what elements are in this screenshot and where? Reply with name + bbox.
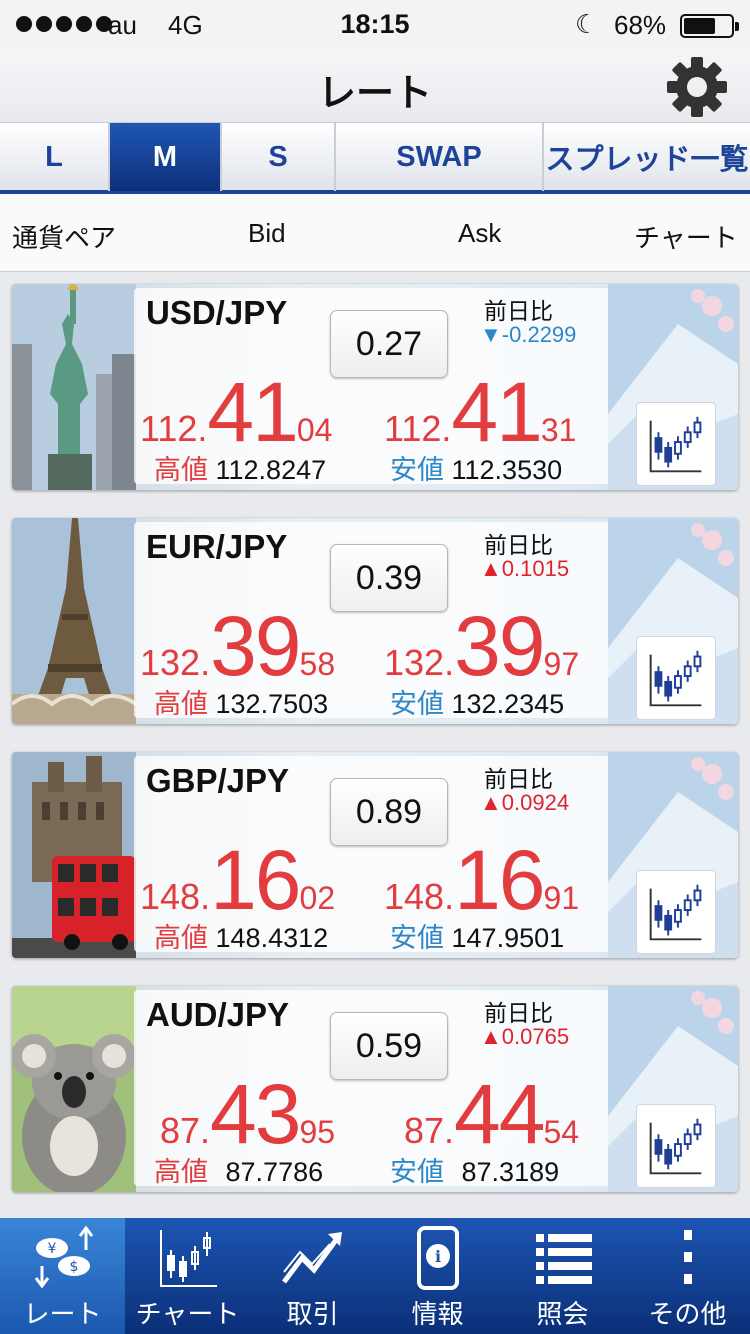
nav-info-label: 情報 (411, 1299, 464, 1329)
tab-spread-list[interactable]: スプレッド一覧 (544, 123, 750, 191)
nav-more-label: その他 (648, 1299, 727, 1329)
column-ask: Ask (458, 218, 502, 248)
candlestick-chart-icon (160, 1230, 217, 1287)
nav-chart[interactable]: チャート (125, 1218, 250, 1334)
low-value: 安値 87.3189 (390, 1157, 560, 1187)
column-header: 通貨ペア Bid Ask チャート (0, 194, 750, 272)
bid-price[interactable]: 132.3958 (140, 598, 335, 695)
svg-text:$: $ (70, 1259, 79, 1275)
candlestick-chart-icon[interactable] (636, 636, 716, 720)
nav-rate-label: レート (23, 1299, 102, 1329)
koala-photo (12, 986, 136, 1192)
change-value: ▼-0.2299 (480, 322, 577, 347)
ask-price[interactable]: 87.4454 (404, 1066, 579, 1163)
tab-l[interactable]: L (0, 123, 110, 191)
battery-percent: 68% (614, 10, 667, 40)
nav-trade[interactable]: 取引 (250, 1218, 375, 1334)
bottom-tab-bar: ¥ $ レート チャート 取引 i 情報 照会 その他 (0, 1218, 750, 1334)
currency-pair: EUR/JPY (146, 528, 288, 565)
nav-chart-label: チャート (135, 1299, 240, 1329)
nav-info[interactable]: i 情報 (375, 1218, 500, 1334)
svg-text:i: i (435, 1247, 441, 1266)
statue-of-liberty-photo (12, 284, 136, 490)
tab-m[interactable]: M (110, 123, 222, 191)
change-value: ▲0.0924 (480, 790, 570, 815)
svg-text:¥: ¥ (48, 1241, 57, 1257)
change-down-arrow-icon: ▼ (480, 322, 502, 347)
change-label: 前日比 (484, 1000, 553, 1026)
bid-price[interactable]: 112.4104 (140, 364, 332, 461)
nav-inquiry-label: 照会 (536, 1299, 589, 1329)
rate-card-audjpy[interactable]: AUD/JPY 0.59 前日比 ▲0.0765 87.4395 87.4454… (12, 986, 738, 1192)
rate-card-usdjpy[interactable]: USD/JPY 0.27 前日比 ▼-0.2299 112.4104 112.4… (12, 284, 738, 490)
candlestick-chart-icon[interactable] (636, 870, 716, 954)
do-not-disturb-icon: ☾ (575, 9, 599, 39)
change-label: 前日比 (484, 766, 553, 792)
eiffel-tower-photo (12, 518, 136, 724)
change-up-arrow-icon: ▲ (480, 790, 502, 815)
rate-card-eurjpy[interactable]: EUR/JPY 0.39 前日比 ▲0.1015 132.3958 132.39… (12, 518, 738, 724)
nav-trade-label: 取引 (286, 1299, 339, 1329)
high-value: 高値 132.7503 (154, 689, 329, 719)
high-value: 高値 148.4312 (154, 923, 329, 953)
page-title: レート (317, 73, 432, 115)
more-icon (684, 1230, 692, 1284)
low-value: 安値 132.2345 (390, 689, 565, 719)
candlestick-chart-icon[interactable] (636, 402, 716, 486)
candlestick-chart-icon[interactable] (636, 1104, 716, 1188)
currency-pair: USD/JPY (146, 294, 288, 331)
high-value: 高値 112.8247 (154, 455, 327, 485)
rate-exchange-icon: ¥ $ (34, 1226, 94, 1289)
change-value: ▲0.0765 (480, 1024, 570, 1049)
list-icon (536, 1234, 592, 1284)
column-bid: Bid (248, 218, 286, 248)
ask-price[interactable]: 148.1691 (384, 832, 579, 929)
ask-price[interactable]: 132.3997 (384, 598, 579, 695)
high-value: 高値 87.7786 (154, 1157, 324, 1187)
gear-icon[interactable] (664, 54, 730, 120)
tab-swap[interactable]: SWAP (336, 123, 544, 191)
change-up-arrow-icon: ▲ (480, 556, 502, 581)
nav-rate[interactable]: ¥ $ レート (0, 1218, 125, 1334)
tab-s[interactable]: S (222, 123, 336, 191)
currency-pair: AUD/JPY (146, 996, 290, 1033)
ask-price[interactable]: 112.4131 (384, 364, 576, 461)
battery-icon (680, 14, 739, 38)
low-value: 安値 147.9501 (390, 923, 565, 953)
nav-inquiry[interactable]: 照会 (500, 1218, 625, 1334)
nav-more[interactable]: その他 (625, 1218, 750, 1334)
change-value: ▲0.1015 (480, 556, 570, 581)
change-up-arrow-icon: ▲ (480, 1024, 502, 1049)
title-bar: レート (0, 52, 750, 122)
bid-price[interactable]: 87.4395 (160, 1066, 335, 1163)
column-pair: 通貨ペア (12, 223, 117, 253)
currency-pair: GBP/JPY (146, 762, 290, 799)
london-bus-photo (12, 752, 136, 958)
bid-price[interactable]: 148.1602 (140, 832, 335, 929)
change-label: 前日比 (484, 298, 553, 324)
column-chart: チャート (634, 223, 738, 253)
low-value: 安値 112.3530 (390, 455, 563, 485)
status-bar: au 4G 18:15 ☾ 68% (0, 0, 750, 52)
info-phone-icon: i (417, 1226, 459, 1290)
rate-card-gbpjpy[interactable]: GBP/JPY 0.89 前日比 ▲0.0924 148.1602 148.16… (12, 752, 738, 958)
change-label: 前日比 (484, 532, 553, 558)
trade-trend-icon (282, 1232, 342, 1284)
rate-mode-tabs: L M S SWAP スプレッド一覧 (0, 122, 750, 194)
rate-list: USD/JPY 0.27 前日比 ▼-0.2299 112.4104 112.4… (0, 272, 750, 1218)
